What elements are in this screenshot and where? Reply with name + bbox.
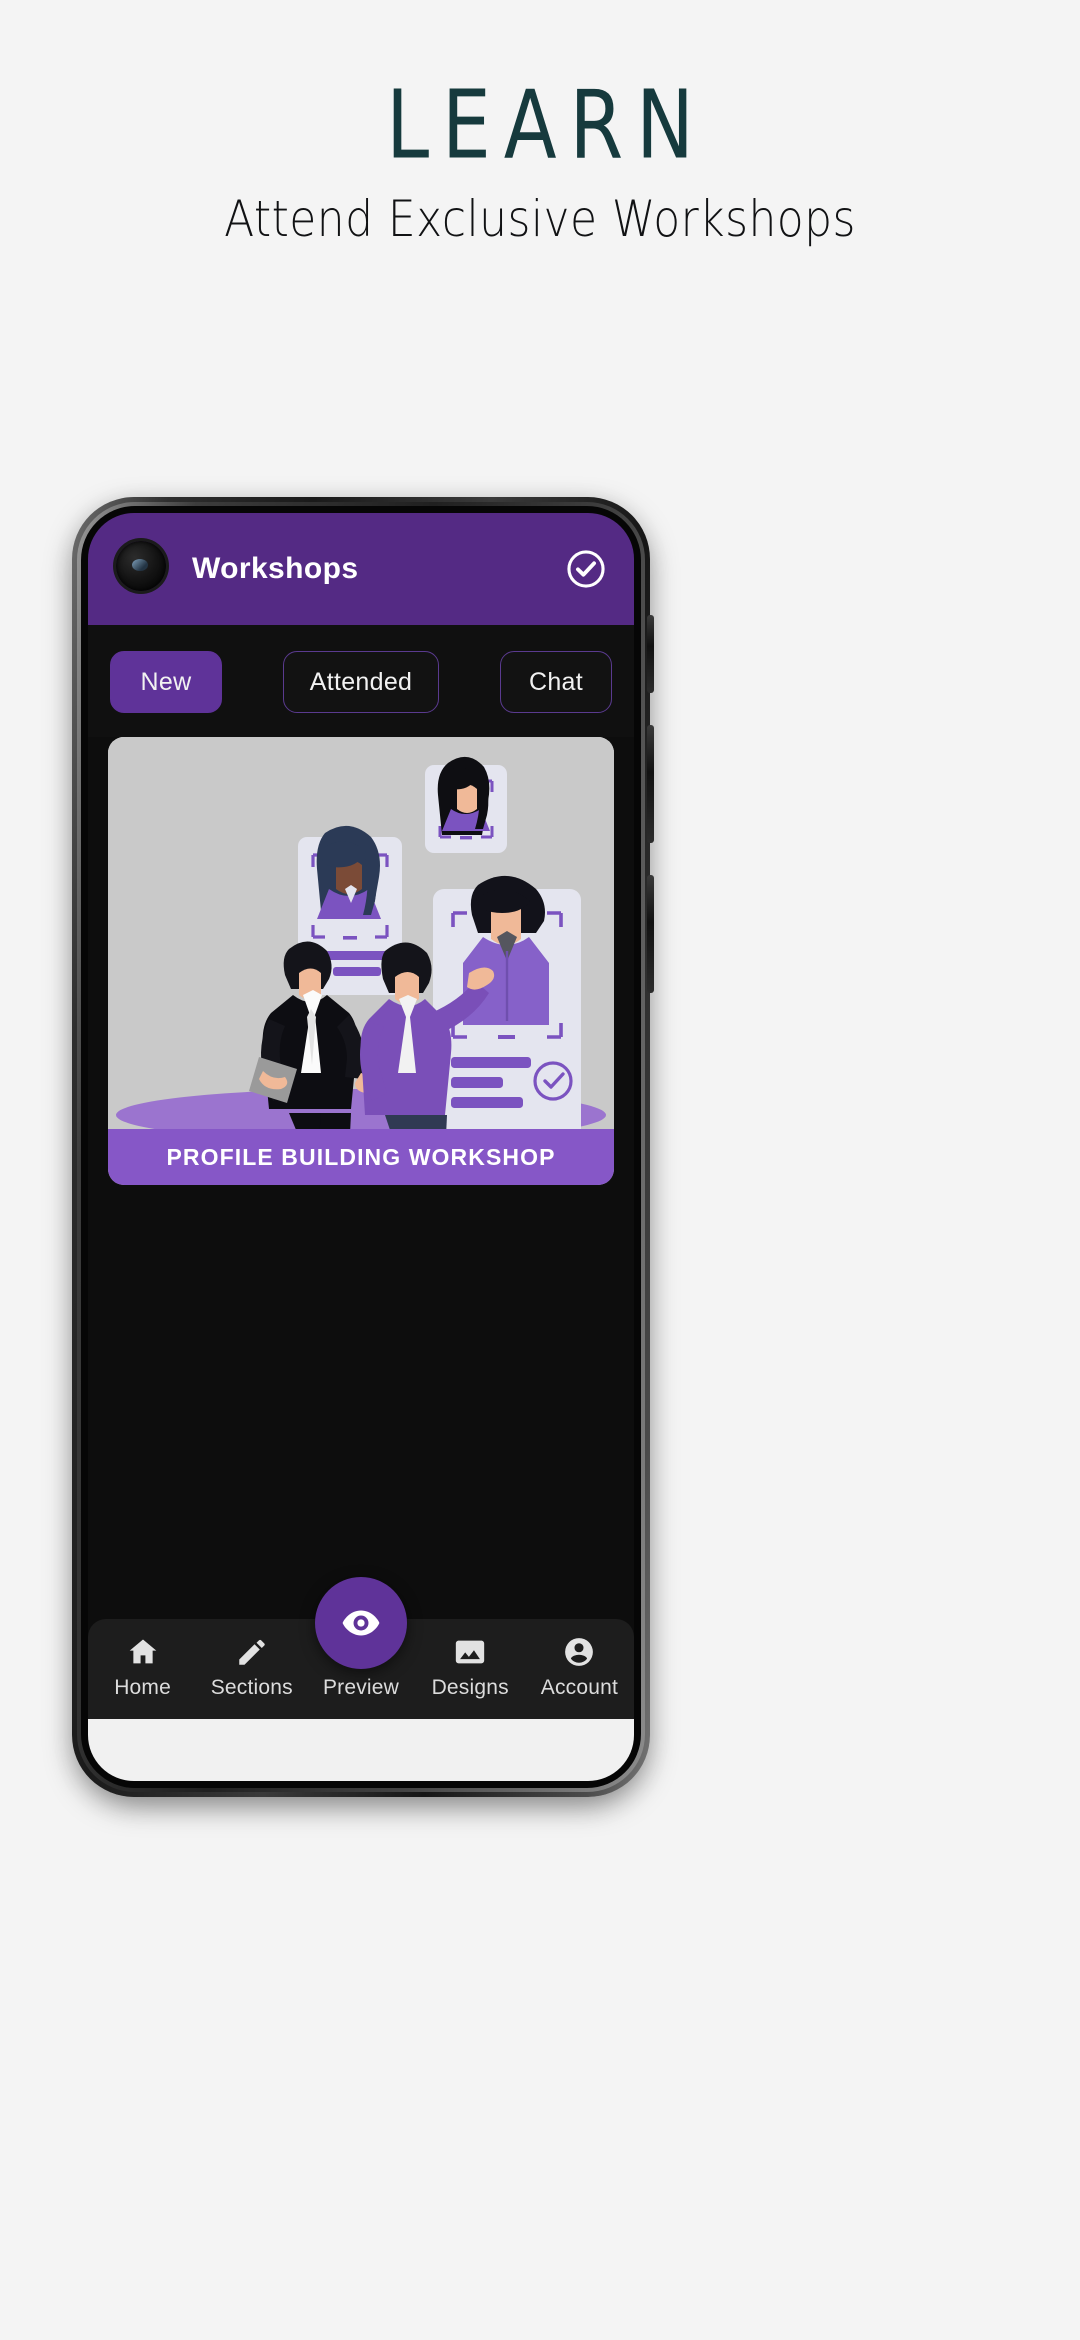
promo-screenshot-page: LEARN Attend Exclusive Workshops Worksho… (0, 0, 1080, 2340)
workshop-card[interactable]: PROFILE BUILDING WORKSHOP (108, 737, 614, 1185)
nav-item-designs[interactable]: Designs (416, 1635, 525, 1700)
nav-item-account[interactable]: Account (525, 1635, 634, 1700)
promo-title: LEARN (386, 70, 707, 180)
nav-item-label: Home (114, 1676, 172, 1699)
nav-item-label: Account (540, 1676, 619, 1699)
nav-item-label: Designs (431, 1676, 509, 1699)
punch-hole-camera-icon (116, 541, 166, 591)
promo-header: LEARN Attend Exclusive Workshops (0, 0, 1080, 247)
workshop-list: PROFILE BUILDING WORKSHOP (88, 737, 634, 1619)
phone-mockup: Workshops New Attended Chat PROFILE BUIL… (72, 497, 654, 1801)
filter-chip-chat[interactable]: Chat (500, 651, 612, 713)
workshop-card-illustration (108, 737, 614, 1129)
nav-item-home[interactable]: Home (88, 1635, 197, 1700)
system-navigation-area (88, 1719, 634, 1781)
nav-item-label: Preview (322, 1676, 400, 1699)
filter-chip-attended[interactable]: Attended (282, 651, 440, 713)
filter-chip-new[interactable]: New (110, 651, 222, 713)
check-circle-icon[interactable] (564, 547, 608, 591)
app-bar: Workshops (88, 513, 634, 625)
image-icon (453, 1635, 487, 1669)
phone-side-button-power[interactable] (647, 615, 654, 693)
preview-fab-button[interactable] (315, 1577, 407, 1669)
filter-chip-label: New (140, 667, 192, 696)
nav-item-sections[interactable]: Sections (197, 1635, 306, 1700)
filter-chip-row: New Attended Chat (88, 625, 634, 737)
workshop-card-caption: PROFILE BUILDING WORKSHOP (108, 1129, 614, 1185)
home-icon (126, 1635, 160, 1669)
account-circle-icon (562, 1635, 596, 1669)
bottom-nav-wrapper: Home Sections Preview Designs Account (88, 1577, 634, 1781)
app-bar-title: Workshops (192, 552, 359, 585)
promo-subtitle: Attend Exclusive Workshops (224, 190, 856, 248)
filter-chip-label: Chat (528, 667, 583, 696)
nav-item-label: Sections (210, 1676, 293, 1699)
filter-chip-label: Attended (309, 667, 413, 696)
phone-side-button-volume-down[interactable] (647, 875, 654, 993)
phone-side-button-volume-up[interactable] (647, 725, 654, 843)
eye-icon (342, 1610, 380, 1636)
pencil-icon (235, 1635, 269, 1669)
phone-screen: Workshops New Attended Chat PROFILE BUIL… (88, 513, 634, 1781)
